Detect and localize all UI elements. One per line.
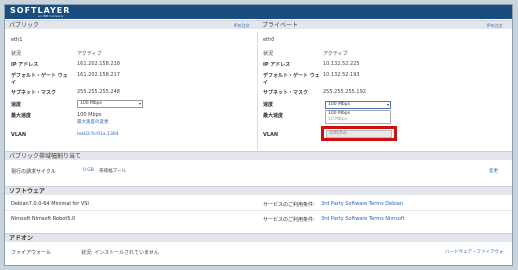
top-bar: SOFTLAYER an IBM Company <box>5 5 512 19</box>
software-terms-label: サービスのご利用条件: <box>263 217 315 223</box>
bandwidth-usage-link[interactable]: 0 GB <box>83 168 94 173</box>
main-frame: SOFTLAYER an IBM Company パブリック IPの注文 プライ… <box>4 4 513 266</box>
public-ip-value: 161.202.158.218 <box>77 61 120 67</box>
software-terms-label: サービスのご利用条件: <box>263 202 315 208</box>
row-divider <box>5 210 512 211</box>
private-header: プライベート <box>258 20 512 29</box>
private-gateway-label: デフォルト・ゲート ウェイ <box>263 73 320 86</box>
addon-title: アドオン <box>9 235 34 242</box>
public-status-label: 状況 <box>11 51 22 57</box>
public-change-max-speed-link[interactable]: 最大速度の変更 <box>77 119 109 125</box>
public-order-ip-link[interactable]: IPの注文 <box>234 23 250 29</box>
bandwidth-header: パブリック帯域幅割り当て <box>5 151 512 160</box>
software-item-name: Nimsoft Nimsoft Robot5.0 <box>11 216 76 222</box>
private-netmask-value: 255.255.255.192 <box>323 89 366 95</box>
dropdown-option[interactable]: 10 Mbps <box>326 117 390 123</box>
logo-subtitle: an IBM Company <box>38 14 64 18</box>
public-speed-select[interactable]: 100 Mbps ▾ <box>77 100 143 108</box>
addon-header: アドオン <box>5 233 512 242</box>
public-iface: eth1 <box>11 37 23 43</box>
hardware-firewall-link[interactable]: ハードウェア・ファイアウォ <box>445 249 504 255</box>
private-speed-label: 速度 <box>263 102 274 108</box>
private-status-value: アクティブ <box>323 51 348 57</box>
private-ip-value: 10.132.52.225 <box>323 61 360 67</box>
private-speed-select[interactable]: 100 Mbps ▾ <box>325 101 391 109</box>
public-max-speed-label: 最大速度 <box>11 113 32 119</box>
public-gateway-value: 161.202.158.217 <box>77 72 120 78</box>
public-max-speed-value: 100 Mbps <box>77 112 102 118</box>
chevron-down-icon: ▾ <box>138 101 141 106</box>
private-max-speed-label: 最大速度 <box>263 113 284 119</box>
public-header: パブリック <box>5 20 258 29</box>
public-netmask-label: サブネット・マスク <box>11 90 57 96</box>
software-title: ソフトウェア <box>9 188 46 195</box>
public-speed-value: 100 Mbps <box>80 101 102 106</box>
public-netmask-value: 255.255.255.248 <box>77 89 120 95</box>
private-title: プライベート <box>262 22 299 29</box>
private-netmask-label: サブネット・マスク <box>263 90 309 96</box>
private-gateway-value: 10.132.52.193 <box>323 72 360 78</box>
public-vlan-link[interactable]: tok02.fcr01a.1364 <box>77 132 119 137</box>
chevron-down-icon: ▾ <box>386 102 389 107</box>
firewall-status: 状況: インストールされていません <box>81 250 159 256</box>
bandwidth-title: パブリック帯域幅割り当て <box>9 153 82 160</box>
private-speed-dropdown: 100 Mbps 10 Mbps <box>325 110 391 124</box>
column-divider <box>257 32 258 150</box>
public-gateway-label: デフォルト・ゲート ウェイ <box>11 73 68 86</box>
public-speed-label: 速度 <box>11 102 22 108</box>
private-speed-value: 100 Mbps <box>328 102 350 107</box>
private-iface: eth0 <box>263 37 275 43</box>
software-terms-link[interactable]: 3rd Party Software Terms Nimsoft <box>321 216 405 222</box>
software-item-name: Debian7.0.0-64 Minimal for VSI <box>11 201 89 207</box>
bandwidth-change-link[interactable]: 変更 <box>489 168 498 174</box>
bandwidth-pool-label: 帯域幅プール <box>99 169 126 174</box>
firewall-label: ファイアウォール <box>11 250 52 256</box>
public-title: パブリック <box>9 22 40 29</box>
public-vlan-label: VLAN <box>11 132 27 138</box>
public-ip-label: IP アドレス <box>11 62 39 68</box>
private-ip-label: IP アドレス <box>263 62 291 68</box>
software-header: ソフトウェア <box>5 186 512 195</box>
private-status-label: 状況 <box>263 51 274 57</box>
private-order-ip-link[interactable]: IPの注文 <box>487 23 503 29</box>
public-status-value: アクティブ <box>77 51 102 57</box>
highlight-box <box>321 126 397 141</box>
private-vlan-label: VLAN <box>263 132 279 138</box>
software-terms-link[interactable]: 3rd Party Software Terms Debian <box>321 201 403 207</box>
billing-cycle-label: 現行の請求サイクル <box>11 169 56 175</box>
